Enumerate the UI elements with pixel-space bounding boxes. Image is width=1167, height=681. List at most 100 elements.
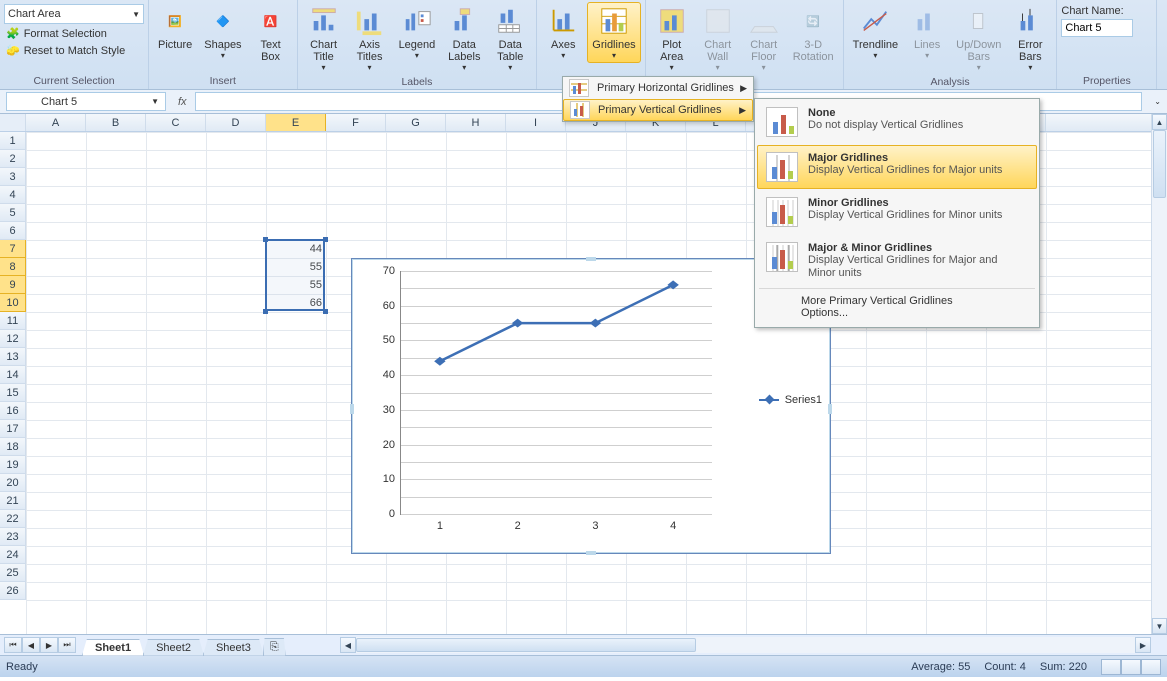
gridlines-opt-none[interactable]: NoneDo not display Vertical Gridlines [757, 100, 1037, 144]
gridlines-menu-vertical[interactable]: Primary Vertical Gridlines▶ [563, 99, 753, 121]
gridlines-more-options[interactable]: More Primary Vertical Gridlines Options.… [755, 291, 1039, 325]
row-header-22[interactable]: 22 [0, 510, 26, 528]
row-header-10[interactable]: 10 [0, 294, 26, 312]
col-header-F[interactable]: F [326, 114, 386, 131]
tab-nav-last[interactable]: ⏭ [58, 637, 76, 653]
status-ready: Ready [6, 661, 38, 673]
y-tick: 10 [371, 473, 401, 485]
picture-button[interactable]: 🖼️Picture [153, 2, 197, 54]
scroll-down-button[interactable]: ▼ [1152, 618, 1167, 634]
reset-style-button[interactable]: 🧽 Reset to Match Style [4, 43, 144, 58]
gridlines-opt-both[interactable]: Major & Minor GridlinesDisplay Vertical … [757, 235, 1037, 286]
row-header-25[interactable]: 25 [0, 564, 26, 582]
scroll-right-button[interactable]: ▶ [1135, 637, 1151, 653]
sheet-tab-sheet3[interactable]: Sheet3 [203, 639, 264, 656]
sheet-tab-sheet1[interactable]: Sheet1 [82, 639, 144, 656]
tab-nav-next[interactable]: ▶ [40, 637, 58, 653]
axes-button[interactable]: Axes▾ [541, 2, 585, 63]
view-page-layout[interactable] [1121, 659, 1141, 675]
row-header-15[interactable]: 15 [0, 384, 26, 402]
row-header-12[interactable]: 12 [0, 330, 26, 348]
row-header-2[interactable]: 2 [0, 150, 26, 168]
gridlines-menu: Primary Horizontal Gridlines▶ Primary Ve… [562, 76, 754, 122]
gridlines-menu-horizontal[interactable]: Primary Horizontal Gridlines▶ [563, 77, 753, 99]
vscroll-thumb[interactable] [1153, 130, 1166, 198]
vertical-scrollbar[interactable]: ▲ ▼ [1151, 114, 1167, 634]
row-header-9[interactable]: 9 [0, 276, 26, 294]
col-header-H[interactable]: H [446, 114, 506, 131]
format-selection-button[interactable]: 🧩 Format Selection [4, 26, 144, 41]
row-headers[interactable]: 1234567891011121314151617181920212223242… [0, 132, 26, 600]
row-header-18[interactable]: 18 [0, 438, 26, 456]
row-header-6[interactable]: 6 [0, 222, 26, 240]
shapes-icon: 🔷 [207, 5, 239, 37]
row-header-4[interactable]: 4 [0, 186, 26, 204]
y-tick: 30 [371, 404, 401, 416]
gridlines-opt-minor[interactable]: Minor GridlinesDisplay Vertical Gridline… [757, 190, 1037, 234]
row-header-23[interactable]: 23 [0, 528, 26, 546]
scroll-left-button[interactable]: ◀ [340, 637, 356, 653]
chart-title-icon [308, 5, 340, 37]
textbox-button[interactable]: 🅰️Text Box [249, 2, 293, 66]
row-header-21[interactable]: 21 [0, 492, 26, 510]
insert-sheet-tab[interactable]: ⎘ [263, 638, 286, 656]
lines-button: Lines▾ [905, 2, 949, 63]
source-range-highlight[interactable] [265, 239, 325, 311]
tab-nav-prev[interactable]: ◀ [22, 637, 40, 653]
ribbon-filler: ◔ [1157, 0, 1167, 89]
row-header-11[interactable]: 11 [0, 312, 26, 330]
name-box[interactable]: Chart 5▼ [6, 92, 166, 111]
row-header-5[interactable]: 5 [0, 204, 26, 222]
view-normal[interactable] [1101, 659, 1121, 675]
row-header-1[interactable]: 1 [0, 132, 26, 150]
row-header-8[interactable]: 8 [0, 258, 26, 276]
data-labels-button[interactable]: Data Labels▾ [442, 2, 486, 75]
rotation-button: 🔄3-D Rotation [788, 2, 839, 66]
tab-nav-first[interactable]: ⏮ [4, 637, 22, 653]
col-header-D[interactable]: D [206, 114, 266, 131]
data-table-button[interactable]: Data Table▾ [488, 2, 532, 75]
row-header-26[interactable]: 26 [0, 582, 26, 600]
fx-icon[interactable]: fx [170, 96, 195, 108]
axis-titles-button[interactable]: Axis Titles▾ [348, 2, 392, 75]
chart-name-input[interactable] [1061, 19, 1133, 37]
formula-expand-icon[interactable]: ⌄ [1148, 97, 1167, 106]
axis-titles-icon [354, 5, 386, 37]
error-bars-button[interactable]: Error Bars▾ [1008, 2, 1052, 75]
row-header-16[interactable]: 16 [0, 402, 26, 420]
row-header-19[interactable]: 19 [0, 456, 26, 474]
gridlines-button[interactable]: Gridlines▾ [587, 2, 640, 63]
chart-title-button[interactable]: Chart Title▾ [302, 2, 346, 75]
chart-element-combo[interactable]: Chart Area▼ [4, 4, 144, 24]
scroll-up-button[interactable]: ▲ [1152, 114, 1167, 130]
status-count: Count: 4 [984, 661, 1026, 673]
row-header-24[interactable]: 24 [0, 546, 26, 564]
plot-area-button[interactable]: Plot Area▾ [650, 2, 694, 75]
plot-area-icon [656, 5, 688, 37]
row-header-14[interactable]: 14 [0, 366, 26, 384]
horizontal-scrollbar[interactable]: ◀ ▶ [340, 637, 1151, 653]
legend-button[interactable]: Legend▾ [394, 2, 441, 63]
view-page-break[interactable] [1141, 659, 1161, 675]
col-header-E[interactable]: E [266, 114, 326, 131]
row-header-13[interactable]: 13 [0, 348, 26, 366]
row-header-17[interactable]: 17 [0, 420, 26, 438]
row-header-20[interactable]: 20 [0, 474, 26, 492]
gridlines-opt-major[interactable]: Major GridlinesDisplay Vertical Gridline… [757, 145, 1037, 189]
ribbon-help-icon[interactable]: ◔ [1161, 73, 1167, 89]
col-header-A[interactable]: A [26, 114, 86, 131]
row-header-7[interactable]: 7 [0, 240, 26, 258]
sheet-tab-sheet2[interactable]: Sheet2 [143, 639, 204, 656]
chart-legend[interactable]: Series1 [759, 394, 822, 406]
col-header-C[interactable]: C [146, 114, 206, 131]
col-header-I[interactable]: I [506, 114, 566, 131]
col-header-G[interactable]: G [386, 114, 446, 131]
status-average: Average: 55 [911, 661, 970, 673]
legend-label: Series1 [785, 394, 822, 406]
trendline-button[interactable]: Trendline▾ [848, 2, 903, 63]
shapes-button[interactable]: 🔷Shapes▾ [199, 2, 246, 63]
hscroll-thumb[interactable] [356, 638, 696, 652]
col-header-B[interactable]: B [86, 114, 146, 131]
x-tick: 2 [515, 514, 521, 532]
row-header-3[interactable]: 3 [0, 168, 26, 186]
